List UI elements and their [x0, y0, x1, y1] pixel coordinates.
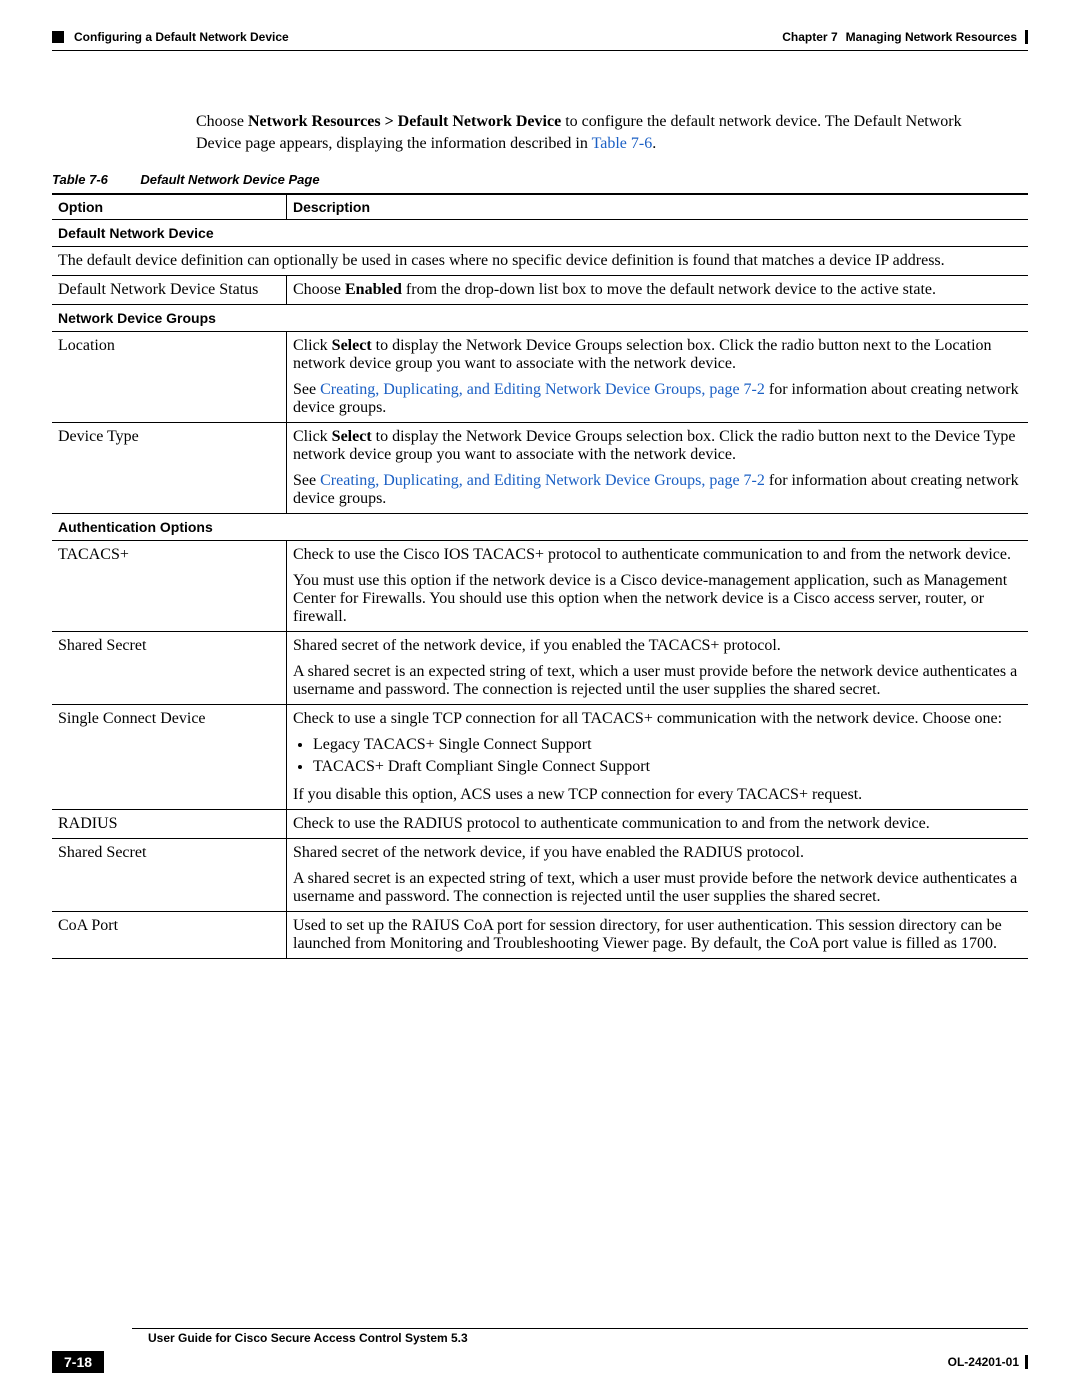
- desc-cell: Shared secret of the network device, if …: [287, 839, 1029, 912]
- text: from the drop-down list box to move the …: [402, 281, 936, 298]
- text: A shared secret is an expected string of…: [293, 870, 1022, 906]
- page-number-badge: 7-18: [52, 1351, 104, 1373]
- section-title: Authentication Options: [52, 514, 1028, 541]
- text: Shared secret of the network device, if …: [293, 637, 1022, 655]
- section-title: Network Device Groups: [52, 305, 1028, 332]
- intro-text: .: [652, 135, 656, 152]
- desc-cell: Click Select to display the Network Devi…: [287, 332, 1029, 423]
- section-header: Network Device Groups: [52, 305, 1028, 332]
- caption-title: Default Network Device Page: [140, 172, 319, 187]
- option-cell: Shared Secret: [52, 632, 287, 705]
- section-header: Authentication Options: [52, 514, 1028, 541]
- header-bar-icon: [1025, 30, 1028, 44]
- text: Click: [293, 337, 332, 354]
- desc-cell: Used to set up the RAIUS CoA port for se…: [287, 912, 1029, 959]
- bold-text: Enabled: [345, 281, 402, 298]
- doc-id: OL-24201-01: [948, 1355, 1028, 1369]
- header-right: Chapter 7 Managing Network Resources: [782, 30, 1028, 44]
- text: Choose: [293, 281, 345, 298]
- option-cell: RADIUS: [52, 810, 287, 839]
- header-left: Configuring a Default Network Device: [52, 30, 289, 44]
- text: A shared secret is an expected string of…: [293, 663, 1022, 699]
- option-cell: Location: [52, 332, 287, 423]
- option-cell: Single Connect Device: [52, 705, 287, 810]
- section-title: Configuring a Default Network Device: [74, 30, 289, 44]
- chapter-title: Managing Network Resources: [846, 30, 1017, 44]
- bold-text: Select: [332, 337, 372, 354]
- text: to display the Network Device Groups sel…: [293, 428, 1015, 463]
- table-row: Single Connect Device Check to use a sin…: [52, 705, 1028, 810]
- option-cell: TACACS+: [52, 541, 287, 632]
- desc-cell: Check to use a single TCP connection for…: [287, 705, 1029, 810]
- option-cell: Shared Secret: [52, 839, 287, 912]
- text: Click: [293, 428, 332, 445]
- ndg-link[interactable]: Creating, Duplicating, and Editing Netwo…: [320, 472, 765, 489]
- options-table: Option Description Default Network Devic…: [52, 195, 1028, 958]
- desc-cell: Check to use the Cisco IOS TACACS+ proto…: [287, 541, 1029, 632]
- desc-cell: Choose Enabled from the drop-down list b…: [287, 276, 1029, 305]
- table-header-row: Option Description: [52, 195, 1028, 220]
- running-header: Configuring a Default Network Device Cha…: [52, 30, 1028, 44]
- chapter-number: Chapter 7: [782, 30, 837, 44]
- text: See: [293, 381, 320, 398]
- list-item: Legacy TACACS+ Single Connect Support: [313, 736, 1022, 754]
- section-desc-text: The default device definition can option…: [52, 247, 1028, 276]
- doc-id-text: OL-24201-01: [948, 1355, 1019, 1369]
- section-description: The default device definition can option…: [52, 247, 1028, 276]
- table-7-6: Table 7-6 Default Network Device Page Op…: [52, 172, 1028, 959]
- header-square-icon: [52, 31, 64, 43]
- text: to display the Network Device Groups sel…: [293, 337, 992, 372]
- desc-cell: Check to use the RADIUS protocol to auth…: [287, 810, 1029, 839]
- table-row: Device Type Click Select to display the …: [52, 423, 1028, 514]
- text: Shared secret of the network device, if …: [293, 844, 1022, 862]
- footer-rule: [132, 1328, 1028, 1329]
- table-row: Shared Secret Shared secret of the netwo…: [52, 839, 1028, 912]
- table-caption: Table 7-6 Default Network Device Page: [52, 172, 1028, 187]
- col-option: Option: [52, 195, 287, 220]
- table-row: CoA Port Used to set up the RAIUS CoA po…: [52, 912, 1028, 959]
- section-title: Default Network Device: [52, 220, 1028, 247]
- table-row: Shared Secret Shared secret of the netwo…: [52, 632, 1028, 705]
- text: You must use this option if the network …: [293, 572, 1022, 626]
- option-cell: CoA Port: [52, 912, 287, 959]
- desc-cell: Click Select to display the Network Devi…: [287, 423, 1029, 514]
- table-row: TACACS+ Check to use the Cisco IOS TACAC…: [52, 541, 1028, 632]
- header-rule: [52, 50, 1028, 51]
- list-item: TACACS+ Draft Compliant Single Connect S…: [313, 758, 1022, 776]
- caption-number: Table 7-6: [52, 172, 108, 187]
- table-row: Location Click Select to display the Net…: [52, 332, 1028, 423]
- text: Check to use a single TCP connection for…: [293, 710, 1022, 728]
- ndg-link[interactable]: Creating, Duplicating, and Editing Netwo…: [320, 381, 765, 398]
- option-cell: Device Type: [52, 423, 287, 514]
- text: If you disable this option, ACS uses a n…: [293, 786, 1022, 804]
- footer-bar-icon: [1025, 1355, 1028, 1369]
- table-7-6-link[interactable]: Table 7-6: [592, 135, 653, 152]
- table-row: RADIUS Check to use the RADIUS protocol …: [52, 810, 1028, 839]
- desc-cell: Shared secret of the network device, if …: [287, 632, 1029, 705]
- bold-text: Select: [332, 428, 372, 445]
- text: See: [293, 472, 320, 489]
- col-description: Description: [287, 195, 1029, 220]
- text: Check to use the Cisco IOS TACACS+ proto…: [293, 546, 1022, 564]
- page-footer: User Guide for Cisco Secure Access Contr…: [52, 1326, 1028, 1373]
- bullet-list: Legacy TACACS+ Single Connect Support TA…: [293, 736, 1022, 776]
- page: Configuring a Default Network Device Cha…: [0, 0, 1080, 1397]
- option-cell: Default Network Device Status: [52, 276, 287, 305]
- table-row: Default Network Device Status Choose Ena…: [52, 276, 1028, 305]
- footer-guide-title: User Guide for Cisco Secure Access Contr…: [148, 1331, 1028, 1345]
- section-header: Default Network Device: [52, 220, 1028, 247]
- intro-paragraph: Choose Network Resources > Default Netwo…: [196, 111, 981, 154]
- intro-nav-path: Network Resources > Default Network Devi…: [248, 113, 561, 130]
- table-bottom-rule: [52, 958, 1028, 959]
- intro-text: Choose: [196, 113, 248, 130]
